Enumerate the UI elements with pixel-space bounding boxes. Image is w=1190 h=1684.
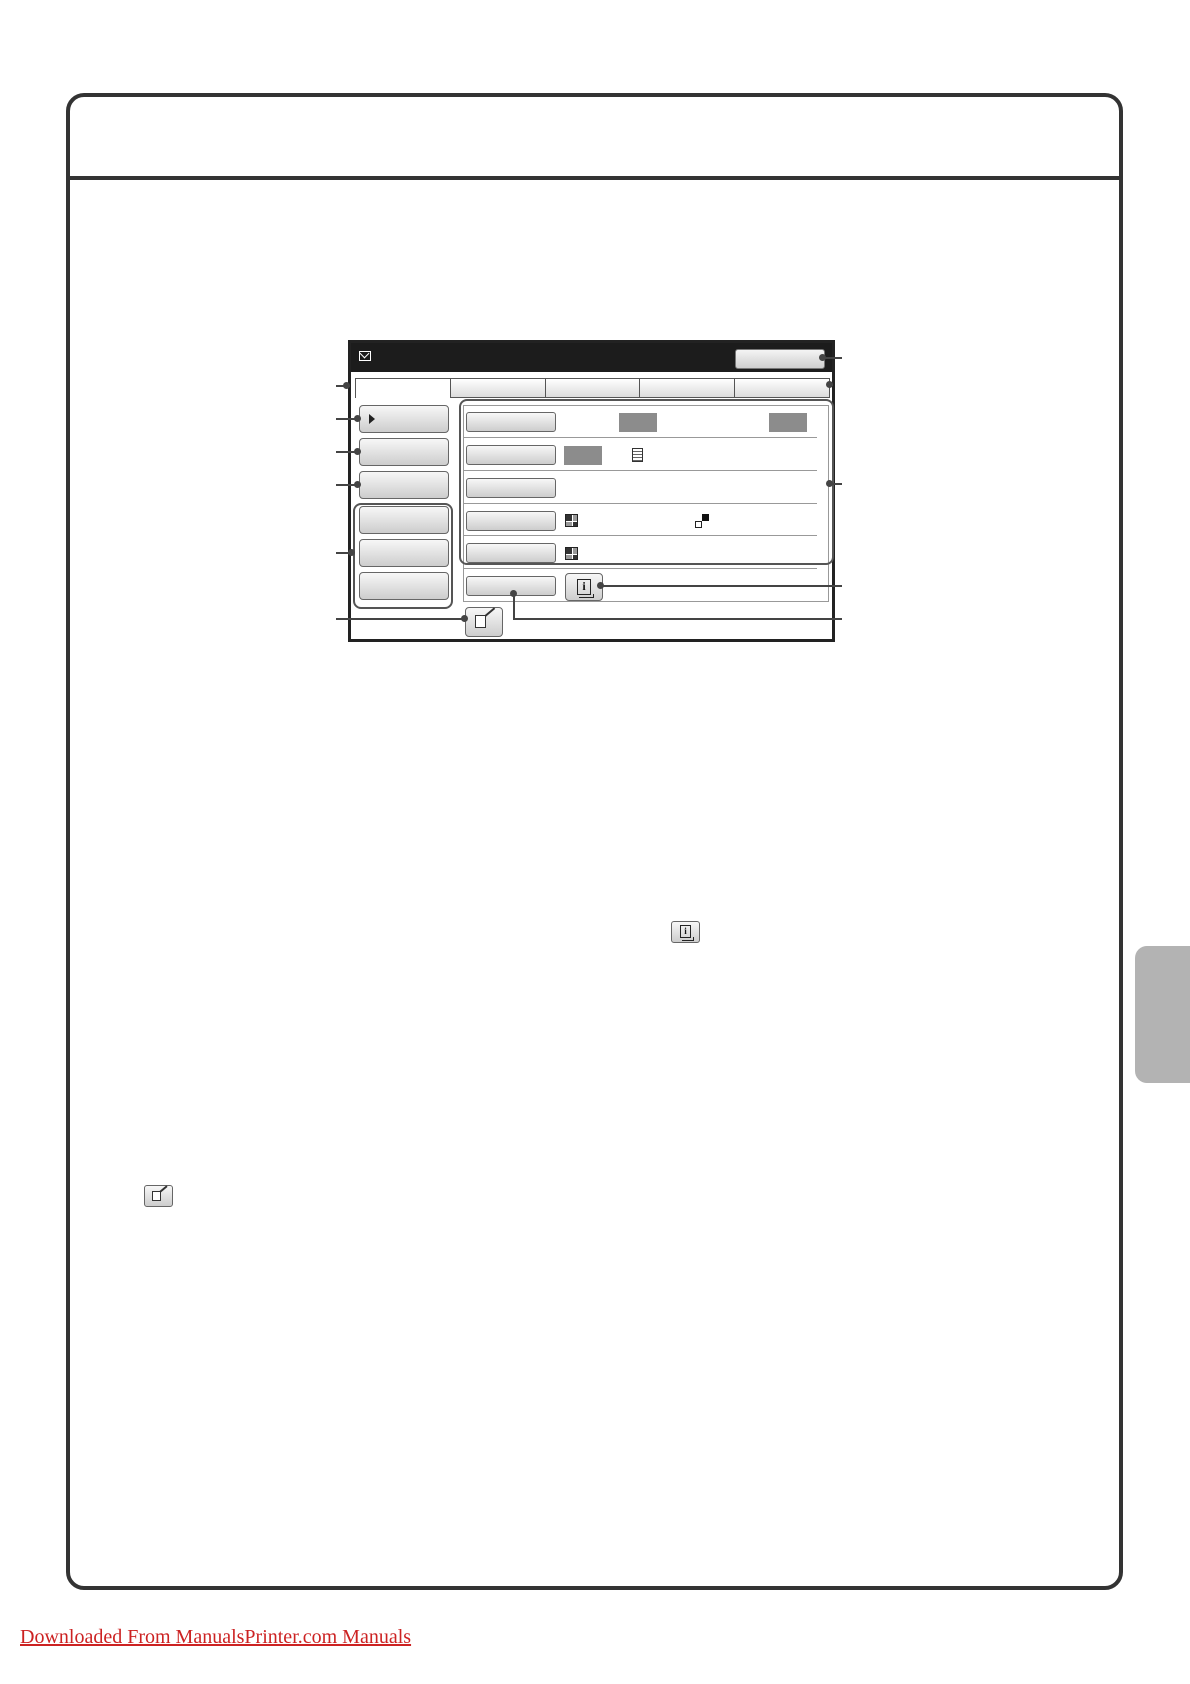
callout-line	[513, 618, 842, 620]
callout-dot	[510, 590, 517, 597]
edit-button[interactable]	[465, 607, 503, 637]
mode-button-3[interactable]	[359, 471, 449, 499]
info-icon: i	[680, 925, 694, 941]
mail-icon	[359, 351, 371, 361]
callout-dot	[819, 354, 826, 361]
edit-icon	[475, 615, 486, 628]
row-divider	[463, 568, 817, 569]
callout-dot	[354, 481, 361, 488]
tab-1[interactable]	[355, 378, 451, 398]
touch-panel-screen: i	[348, 340, 835, 642]
tab-3[interactable]	[545, 378, 641, 398]
mode-button-2[interactable]	[359, 438, 449, 466]
tab-4[interactable]	[640, 378, 736, 398]
info-icon: i	[577, 579, 594, 598]
callout-dot	[461, 615, 468, 622]
tab-5[interactable]	[735, 378, 830, 398]
tab-2[interactable]	[450, 378, 546, 398]
titlebar-button[interactable]	[735, 349, 825, 369]
arrow-right-icon	[369, 414, 375, 424]
mode-tabs	[355, 378, 830, 398]
header-divider	[70, 176, 1119, 180]
inline-info-button: i	[671, 921, 700, 943]
edit-icon	[152, 1191, 161, 1201]
settings-group-outline	[459, 399, 834, 565]
inline-edit-button	[144, 1185, 173, 1207]
callout-dot	[348, 549, 355, 556]
panel-titlebar	[351, 343, 832, 372]
callout-dot	[354, 415, 361, 422]
mode-button-1[interactable]	[359, 405, 449, 433]
callout-dot	[597, 582, 604, 589]
page-frame	[66, 93, 1123, 1590]
callout-line	[513, 594, 515, 619]
chapter-side-tab	[1135, 946, 1190, 1083]
callout-dot	[826, 381, 833, 388]
special-modes-group-outline	[353, 503, 453, 609]
callout-line	[602, 585, 842, 587]
footer-download-link[interactable]: Downloaded From ManualsPrinter.com Manua…	[20, 1626, 411, 1649]
callout-dot	[354, 448, 361, 455]
callout-line	[336, 618, 466, 620]
callout-dot	[826, 480, 833, 487]
callout-dot	[343, 382, 350, 389]
